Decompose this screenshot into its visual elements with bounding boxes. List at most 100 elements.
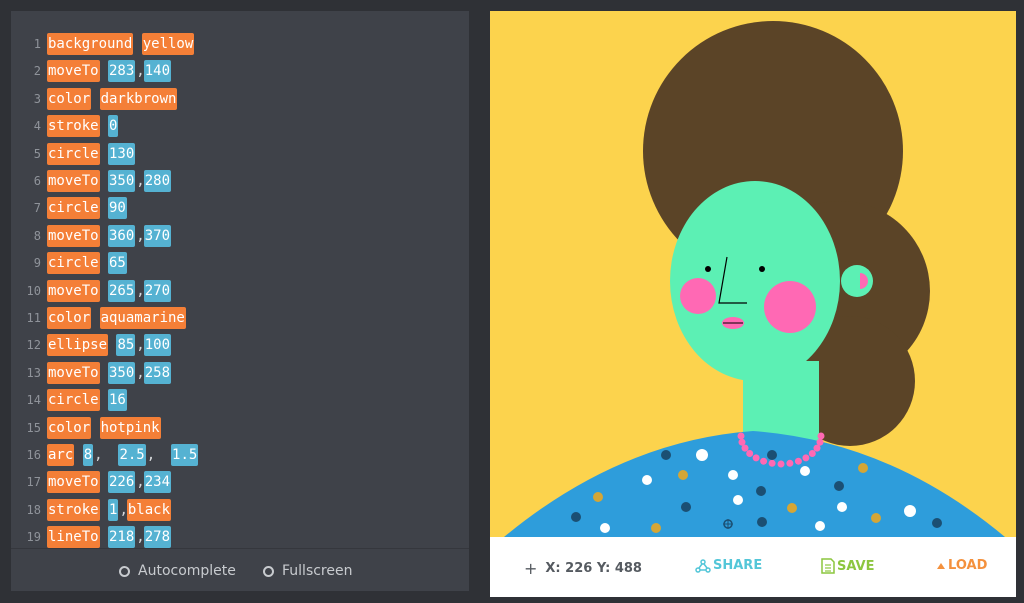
keyword-token: circle [47, 252, 100, 275]
load-button[interactable]: LOAD [936, 558, 987, 573]
load-label: LOAD [948, 558, 988, 573]
number-token: 270 [143, 279, 172, 302]
code-line[interactable]: 18 stroke 1, black [11, 497, 469, 524]
number-token: 265 [108, 279, 136, 302]
number-token: 16 [108, 389, 127, 412]
code-line[interactable]: 6 moveTo 350, 280 [11, 168, 469, 195]
code-area[interactable]: 1 background yellow 2 moveTo 283, 140 3 color … [11, 11, 469, 548]
keyword-token: moveTo [47, 361, 100, 384]
number-token: 8 [82, 444, 94, 466]
keyword-token: stroke [47, 498, 100, 521]
keyword-token: circle [47, 389, 100, 412]
dress-dot [932, 518, 942, 528]
dress-dot [681, 502, 691, 512]
drawing-canvas[interactable] [490, 11, 1016, 537]
plus-icon: + [524, 559, 538, 578]
radio-circle-icon [119, 565, 130, 577]
line-number: 8 [33, 228, 41, 243]
necklace-bead [808, 450, 816, 457]
code-line[interactable]: 5 circle 130 [11, 141, 469, 168]
keyword-token: moveTo [47, 170, 100, 192]
keyword-token: darkbrown [99, 87, 178, 110]
number-token: 218 [108, 526, 136, 548]
code-line[interactable]: 1 background yellow [11, 31, 469, 58]
code-line[interactable]: 2 moveTo 283, 140 [11, 58, 469, 85]
share-button[interactable]: SHARE [695, 558, 762, 573]
line-number: 14 [26, 393, 41, 408]
dress-dot [834, 481, 844, 491]
dress-dot [756, 486, 766, 496]
necklace-bead [746, 450, 754, 457]
line-number: 11 [26, 311, 41, 325]
separator-token: , [146, 447, 173, 463]
keyword-token: moveTo [47, 224, 100, 247]
code-line[interactable]: 3 color darkbrown [11, 86, 469, 113]
number-token: 360 [108, 224, 136, 247]
code-line[interactable]: 9 circle 65 [11, 250, 469, 277]
keyword-token: background [47, 33, 134, 55]
code-line[interactable]: 4 stroke 0 [11, 113, 469, 140]
line-number: 5 [33, 146, 41, 161]
necklace-bead [777, 460, 785, 468]
code-line[interactable]: 17 moveTo 226, 234 [11, 469, 469, 496]
save-button[interactable]: SAVE [821, 558, 874, 574]
number-token: 65 [108, 252, 127, 275]
dress-dot [728, 470, 738, 480]
number-token: 283 [108, 60, 136, 83]
line-number: 7 [33, 201, 41, 216]
keyword-token: ellipse [47, 334, 109, 357]
number-token: 370 [143, 224, 172, 247]
code-line[interactable]: 14 circle 16 [11, 387, 469, 414]
fullscreen-toggle[interactable]: Fullscreen [263, 563, 352, 579]
fullscreen-label: Fullscreen [282, 563, 353, 579]
save-icon [821, 558, 835, 574]
keyword-token: hotpink [99, 416, 161, 439]
share-icon [695, 558, 711, 573]
necklace-bead [752, 454, 760, 462]
dress-dot [600, 523, 610, 533]
right-eye [759, 266, 765, 272]
save-label: SAVE [837, 558, 875, 574]
line-number: 6 [33, 174, 41, 188]
share-label: SHARE [713, 558, 763, 573]
code-line[interactable]: 10 moveTo 265, 270 [11, 278, 469, 305]
necklace-bead [786, 459, 794, 467]
code-line[interactable]: 7 circle 90 [11, 195, 469, 222]
keyword-token: moveTo [47, 279, 100, 302]
code-line[interactable]: 15 color hotpink [11, 415, 469, 442]
dress-dot [767, 450, 777, 460]
line-number: 13 [26, 365, 41, 380]
number-token: 280 [143, 170, 172, 192]
necklace-bead [816, 438, 824, 446]
keyword-token: moveTo [47, 60, 100, 83]
dress-dot [800, 466, 810, 476]
separator-token: , [94, 447, 120, 463]
preview-panel: + X: 226 Y: 488 SHARE SAVE LOAD [490, 11, 1016, 597]
dress-dot [858, 463, 868, 473]
line-number: 15 [26, 420, 41, 435]
line-number: 1 [33, 37, 41, 51]
code-line[interactable]: 11 color aquamarine [11, 305, 469, 332]
right-cheek [764, 281, 816, 333]
dress-dot [651, 523, 661, 533]
code-editor[interactable]: 1 background yellow 2 moveTo 283, 140 3 color … [11, 11, 469, 591]
autocomplete-toggle[interactable]: Autocomplete [119, 563, 236, 579]
keyword-token: color [47, 87, 92, 110]
dress-dot [661, 450, 671, 460]
number-token: 140 [143, 60, 172, 83]
line-number: 2 [33, 64, 41, 79]
necklace-bead [817, 432, 825, 440]
keyword-token: yellow [141, 33, 195, 55]
number-token: 0 [108, 115, 119, 138]
code-line[interactable]: 8 moveTo 360, 370 [11, 223, 469, 250]
keyword-token: color [47, 307, 92, 329]
dress-dot [678, 470, 688, 480]
code-line[interactable]: 16 arc 8, 2.5, 1.5 [11, 442, 469, 469]
code-line[interactable]: 12 ellipse 85, 100 [11, 332, 469, 359]
line-number: 19 [26, 530, 41, 545]
code-line[interactable]: 19 lineTo 218, 278 [11, 524, 469, 548]
code-line[interactable]: 13 moveTo 350, 258 [11, 360, 469, 387]
number-token: 226 [108, 471, 136, 494]
dress-dot [757, 517, 767, 527]
number-token: 350 [108, 361, 136, 384]
